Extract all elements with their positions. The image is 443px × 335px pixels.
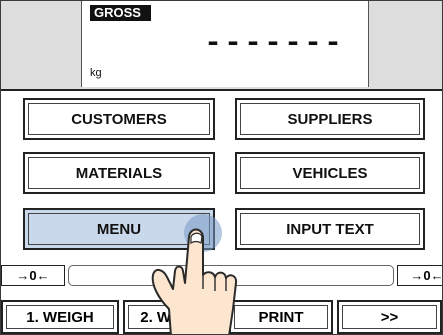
vehicles-label: VEHICLES [292,164,368,182]
more-button[interactable]: >> [337,300,442,334]
weigh1-label: 1. WEIGH [26,308,94,326]
weight-display: GROSS ------- kg [1,1,442,91]
scale-terminal-screen: GROSS ------- kg CUSTOMERS SUPPLIERS MAT… [0,0,443,335]
materials-label: MATERIALS [75,164,163,182]
more-label: >> [380,308,399,326]
weigh2-label: 2. WEIGH [140,308,208,326]
materials-button[interactable]: MATERIALS [23,152,215,194]
touch-indicator-icon [184,214,222,252]
input-text-label: INPUT TEXT [286,220,374,238]
customers-button[interactable]: CUSTOMERS [23,98,215,140]
weigh1-button[interactable]: 1. WEIGH [1,300,119,334]
vehicles-button[interactable]: VEHICLES [235,152,425,194]
zero-left-label: →0← [16,268,50,283]
status-field [68,265,394,286]
weight-unit: kg [90,67,102,79]
menu-label: MENU [96,220,142,238]
print-button[interactable]: PRINT [229,300,333,334]
customers-label: CUSTOMERS [71,110,167,128]
zero-left-button[interactable]: →0← [1,265,65,286]
zero-right-label: →0← [410,268,443,283]
input-text-button[interactable]: INPUT TEXT [235,208,425,250]
gross-badge: GROSS [90,5,151,21]
suppliers-button[interactable]: SUPPLIERS [235,98,425,140]
suppliers-label: SUPPLIERS [287,110,373,128]
zero-right-button[interactable]: →0← [397,265,443,286]
print-label: PRINT [258,308,304,326]
weight-value: ------- [204,27,345,61]
weight-display-panel: GROSS ------- kg [81,1,369,87]
weigh2-button[interactable]: 2. WEIGH [123,300,225,334]
